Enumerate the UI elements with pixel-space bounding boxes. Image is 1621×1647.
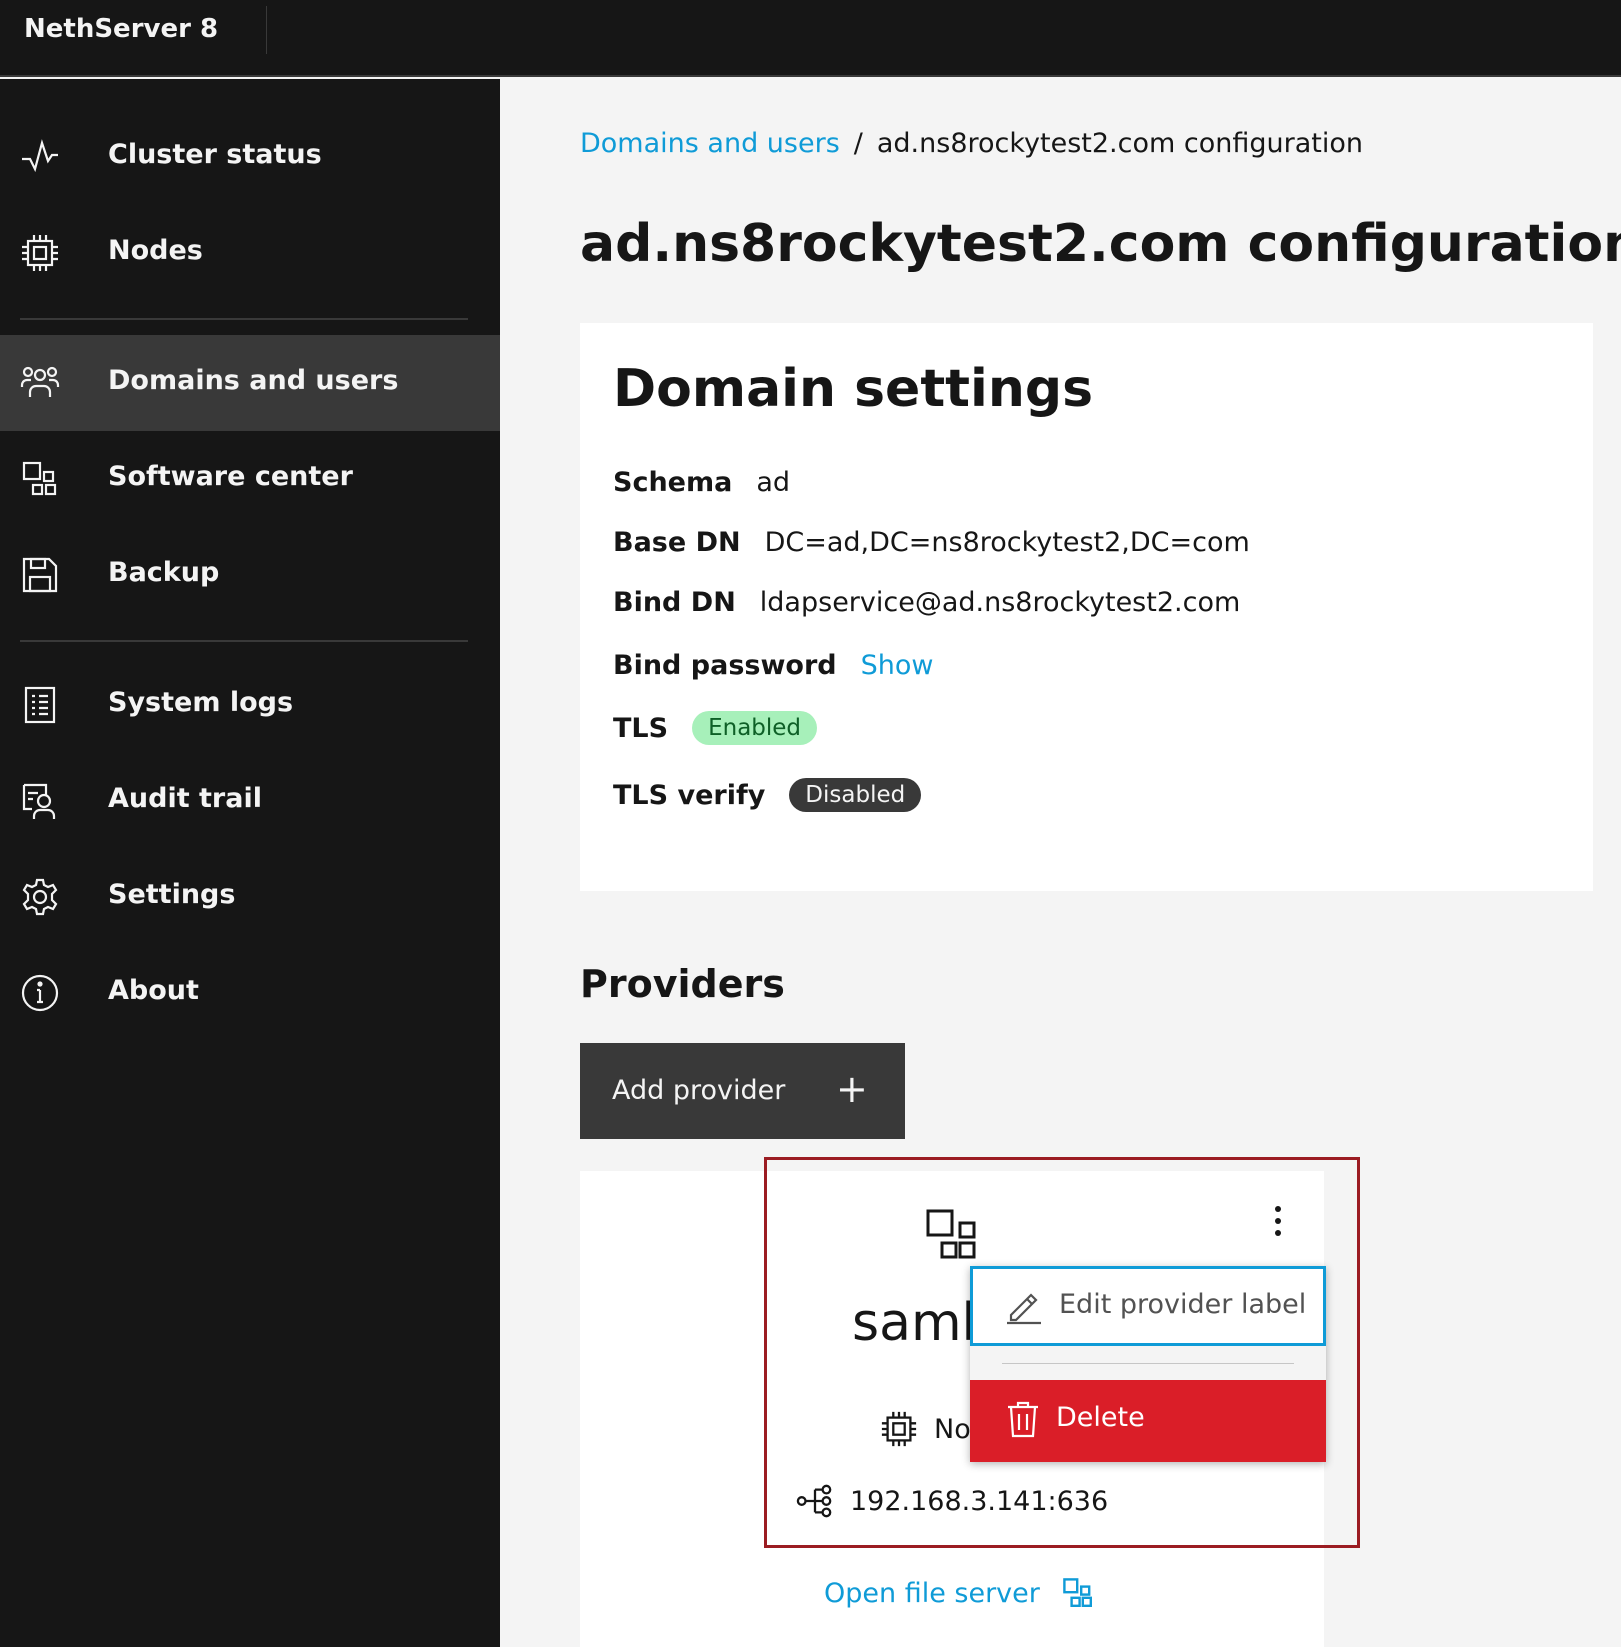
apps-icon	[1062, 1577, 1094, 1609]
audit-icon	[20, 781, 60, 821]
delete-label: Delete	[1056, 1402, 1145, 1433]
breadcrumb: Domains and users / ad.ns8rockytest2.com c…	[580, 128, 1363, 159]
activity-icon	[20, 137, 60, 177]
sidebar-item-settings[interactable]: Settings	[0, 849, 500, 945]
save-icon	[20, 555, 60, 595]
sidebar-item-nodes[interactable]: Nodes	[0, 205, 500, 301]
bind-dn-label: Bind DN	[613, 587, 736, 618]
users-icon	[20, 363, 60, 403]
header-divider	[266, 6, 267, 54]
sidebar-item-cluster-status[interactable]: Cluster status	[0, 109, 500, 205]
bind-password-label: Bind password	[613, 650, 837, 681]
chip-icon	[20, 233, 60, 273]
breadcrumb-separator: /	[853, 128, 863, 159]
provider-address: 192.168.3.141:636	[850, 1485, 1109, 1517]
provider-overflow-menu: Edit provider label Delete	[970, 1266, 1326, 1462]
sidebar-item-domains-and-users[interactable]: Domains and users	[0, 335, 500, 431]
base-dn-row: Base DN DC=ad,DC=ns8rockytest2,DC=com	[613, 527, 1250, 558]
top-bar: NethServer 8	[0, 0, 1621, 77]
open-file-server-link[interactable]: Open file server	[824, 1577, 1094, 1609]
sidebar-item-label: Domains and users	[108, 365, 399, 396]
app-title[interactable]: NethServer 8	[24, 14, 218, 44]
sidebar-item-label: About	[108, 975, 199, 1006]
add-provider-button[interactable]: Add provider +	[580, 1043, 905, 1139]
menu-divider	[1002, 1363, 1294, 1364]
edit-provider-label-menu-item[interactable]: Edit provider label	[970, 1266, 1326, 1346]
sidebar: Cluster status Nodes Domains and users S…	[0, 79, 500, 1647]
apps-icon	[20, 459, 60, 499]
sidebar-item-about[interactable]: About	[0, 945, 500, 1041]
delete-menu-item[interactable]: Delete	[970, 1380, 1326, 1462]
tls-label: TLS	[613, 712, 669, 744]
sidebar-item-label: System logs	[108, 687, 294, 718]
breadcrumb-current: ad.ns8rockytest2.com configuration	[876, 128, 1363, 159]
sidebar-item-label: Backup	[108, 557, 220, 588]
overflow-menu-button[interactable]	[1260, 1201, 1296, 1241]
info-icon	[20, 973, 60, 1013]
open-file-server-label: Open file server	[824, 1577, 1040, 1609]
domain-settings-card: Domain settings Schema ad Base DN DC=ad,…	[580, 323, 1593, 891]
logs-icon	[20, 685, 60, 725]
chip-icon	[880, 1410, 918, 1448]
providers-title: Providers	[580, 962, 785, 1006]
base-dn-label: Base DN	[613, 527, 741, 558]
breadcrumb-link-domains-and-users[interactable]: Domains and users	[580, 128, 840, 159]
base-dn-value: DC=ad,DC=ns8rockytest2,DC=com	[764, 527, 1250, 558]
sidebar-item-software-center[interactable]: Software center	[0, 431, 500, 527]
sidebar-item-label: Software center	[108, 461, 353, 492]
tls-verify-row: TLS verify Disabled	[613, 778, 922, 812]
sidebar-divider	[20, 640, 468, 642]
page-title: ad.ns8rockytest2.com configuration	[580, 214, 1621, 274]
gear-icon	[20, 877, 60, 917]
sidebar-item-backup[interactable]: Backup	[0, 527, 500, 623]
trash-icon	[1006, 1400, 1040, 1438]
sidebar-item-label: Nodes	[108, 235, 203, 266]
tls-row: TLS Enabled	[613, 711, 818, 745]
sidebar-item-system-logs[interactable]: System logs	[0, 657, 500, 753]
provider-node-text: No	[934, 1413, 971, 1445]
tls-verify-status-badge: Disabled	[789, 778, 922, 812]
network-icon	[796, 1482, 834, 1520]
sidebar-item-label: Cluster status	[108, 139, 322, 170]
pencil-icon	[1005, 1287, 1043, 1325]
sidebar-item-audit-trail[interactable]: Audit trail	[0, 753, 500, 849]
bind-dn-row: Bind DN ldapservice@ad.ns8rockytest2.com	[613, 587, 1240, 618]
bind-dn-value: ldapservice@ad.ns8rockytest2.com	[759, 587, 1241, 618]
sidebar-divider	[20, 318, 468, 320]
bind-password-row: Bind password Show	[613, 650, 933, 681]
domain-settings-title: Domain settings	[613, 359, 1094, 419]
schema-row: Schema ad	[613, 467, 790, 498]
edit-provider-label-text: Edit provider label	[1059, 1289, 1307, 1320]
show-password-link[interactable]: Show	[861, 650, 934, 681]
tls-status-badge: Enabled	[692, 711, 818, 745]
add-provider-label: Add provider	[612, 1075, 786, 1106]
provider-node-row: No	[880, 1409, 971, 1449]
sidebar-item-label: Settings	[108, 879, 236, 910]
schema-value: ad	[756, 467, 791, 498]
schema-label: Schema	[613, 467, 733, 498]
sidebar-item-label: Audit trail	[108, 783, 262, 814]
provider-address-row: 192.168.3.141:636	[796, 1481, 1108, 1521]
plus-icon: +	[836, 1067, 868, 1111]
apps-icon	[926, 1209, 978, 1261]
tls-verify-label: TLS verify	[613, 779, 766, 811]
